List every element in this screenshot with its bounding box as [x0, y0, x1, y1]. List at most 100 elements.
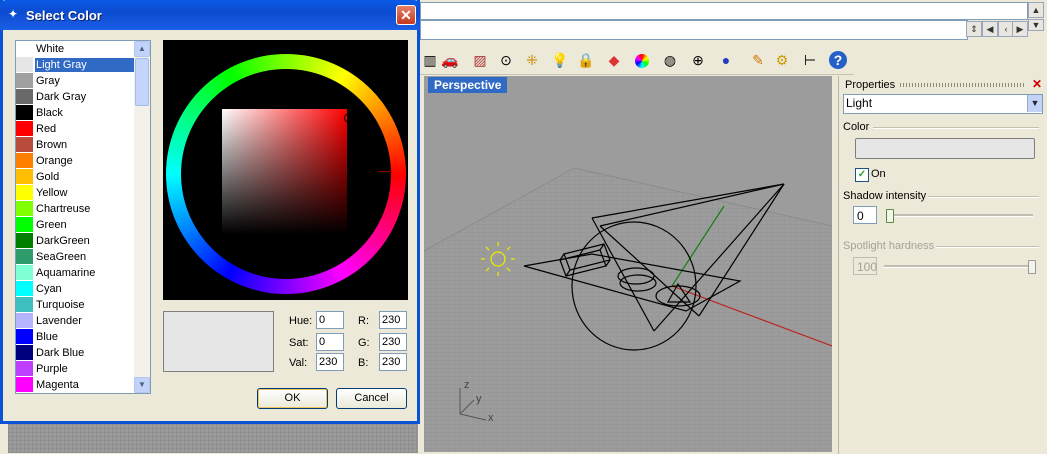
- scene-graphic: [424, 167, 832, 452]
- scroll-down-icon[interactable]: ▼: [1028, 19, 1044, 31]
- color-list-item[interactable]: SeaGreen: [16, 249, 134, 265]
- color-list-item[interactable]: Orange: [16, 153, 134, 169]
- val-input[interactable]: 230: [316, 353, 344, 371]
- car-icon[interactable]: 🚗: [440, 50, 460, 70]
- panel-grip[interactable]: [900, 83, 1026, 87]
- color-swatch: [16, 41, 33, 56]
- object-type-value: Light: [846, 96, 873, 110]
- background-viewport-strip: [8, 423, 418, 453]
- color-name: Turquoise: [36, 299, 85, 311]
- app-icon: ✦: [7, 7, 19, 21]
- color-list-item[interactable]: Purple: [16, 361, 134, 377]
- color-wheel-icon[interactable]: [632, 50, 652, 70]
- color-name: Magenta: [36, 379, 79, 391]
- chevron-down-icon[interactable]: ▼: [134, 377, 150, 393]
- color-list-item[interactable]: Light Gray: [16, 57, 134, 73]
- target-icon[interactable]: ⊙: [496, 50, 516, 70]
- g-label: G:: [358, 337, 370, 349]
- color-swatch: [16, 313, 33, 328]
- color-list-item[interactable]: Magenta: [16, 377, 134, 393]
- spin-updown-icon[interactable]: ⇕: [966, 21, 982, 37]
- color-swatch: [16, 249, 33, 264]
- color-list-item[interactable]: Gray: [16, 73, 134, 89]
- color-list-item[interactable]: Cyan: [16, 281, 134, 297]
- color-list-item[interactable]: Dark Gray: [16, 89, 134, 105]
- color-list-item[interactable]: Brown: [16, 137, 134, 153]
- saturation-value-square[interactable]: [222, 109, 347, 234]
- help-icon[interactable]: ?: [828, 50, 848, 70]
- axis-y-label: y: [476, 393, 482, 405]
- color-list-item[interactable]: Red: [16, 121, 134, 137]
- color-name: Cyan: [36, 283, 62, 295]
- sphere-outline-icon[interactable]: ◍: [660, 50, 680, 70]
- color-list-item[interactable]: Dark Blue: [16, 345, 134, 361]
- close-icon[interactable]: ✕: [396, 5, 416, 25]
- tree-icon[interactable]: ⊢: [800, 50, 820, 70]
- color-swatch: [16, 265, 33, 280]
- g-input[interactable]: 230: [379, 333, 407, 351]
- blue-sphere-icon[interactable]: ●: [716, 50, 736, 70]
- color-list-item[interactable]: Lavender: [16, 313, 134, 329]
- spotlight-hardness-input: 100: [853, 257, 877, 275]
- left-edge: [0, 423, 8, 454]
- hue-marker[interactable]: [378, 171, 392, 172]
- color-name: DarkGreen: [36, 235, 90, 247]
- pen-icon[interactable]: ✎: [748, 50, 768, 70]
- spotlight-slider-track: [884, 265, 1032, 268]
- grid-sphere-icon[interactable]: ⊕: [688, 50, 708, 70]
- scroll-up-icon[interactable]: ▲: [1028, 2, 1044, 18]
- color-list-item[interactable]: DarkGreen: [16, 233, 134, 249]
- sat-input[interactable]: 0: [316, 333, 344, 351]
- color-list-item[interactable]: Chartreuse: [16, 201, 134, 217]
- object-type-dropdown[interactable]: [843, 94, 1043, 114]
- close-icon[interactable]: ✕: [1031, 78, 1043, 90]
- color-list-item[interactable]: Gold: [16, 169, 134, 185]
- b-input[interactable]: 230: [379, 353, 407, 371]
- scroll-thumb[interactable]: [135, 58, 149, 106]
- color-list-item[interactable]: Black: [16, 105, 134, 121]
- r-label: R:: [358, 315, 369, 327]
- perspective-viewport[interactable]: z y x: [424, 76, 832, 452]
- layer-icon[interactable]: ▥: [420, 50, 440, 70]
- ok-button[interactable]: OK: [257, 388, 328, 409]
- lightbulb-icon[interactable]: 💡: [550, 50, 570, 70]
- color-swatch: [16, 377, 33, 392]
- color-list-item[interactable]: Aquamarine: [16, 265, 134, 281]
- color-name: Chartreuse: [36, 203, 91, 215]
- viewport-title[interactable]: Perspective: [428, 77, 508, 93]
- points-icon[interactable]: ⁜: [522, 50, 542, 70]
- color-name: Red: [36, 123, 57, 135]
- color-swatch: [16, 297, 33, 312]
- color-list-item[interactable]: White: [16, 41, 134, 57]
- color-list-item[interactable]: Green: [16, 217, 134, 233]
- sv-cursor[interactable]: [344, 113, 354, 123]
- color-list-item[interactable]: Yellow: [16, 185, 134, 201]
- shadow-slider-thumb[interactable]: [886, 209, 894, 223]
- command-history-field[interactable]: [420, 2, 1028, 20]
- cancel-button[interactable]: Cancel: [336, 388, 407, 409]
- chevron-up-icon[interactable]: ▲: [134, 41, 150, 57]
- render-mesh-icon[interactable]: ▨: [470, 50, 490, 70]
- light-color-swatch[interactable]: [855, 138, 1035, 159]
- gears-icon[interactable]: ⚙: [772, 50, 792, 70]
- color-list-item[interactable]: Turquoise: [16, 297, 134, 313]
- color-swatch: [16, 89, 33, 104]
- material-icon[interactable]: ◆: [604, 50, 624, 70]
- color-swatch: [16, 281, 33, 296]
- on-label: On: [871, 168, 886, 180]
- hue-input[interactable]: 0: [316, 311, 344, 329]
- on-checkbox[interactable]: ✓: [855, 168, 869, 182]
- lock-icon[interactable]: 🔒: [576, 50, 596, 70]
- color-list-item[interactable]: Blue: [16, 329, 134, 345]
- color-swatch: [16, 121, 33, 136]
- divider: [936, 246, 1039, 248]
- nav-right-icon[interactable]: ▶: [1012, 21, 1028, 37]
- color-name: Black: [36, 107, 63, 119]
- shadow-slider-track[interactable]: [886, 214, 1033, 217]
- shadow-intensity-input[interactable]: 0: [853, 206, 877, 224]
- r-input[interactable]: 230: [379, 311, 407, 329]
- chevron-down-icon[interactable]: ▼: [1027, 95, 1042, 112]
- nav-left-icon[interactable]: ◀: [982, 21, 998, 37]
- color-swatch: [16, 201, 33, 216]
- command-prompt-field[interactable]: [420, 20, 968, 40]
